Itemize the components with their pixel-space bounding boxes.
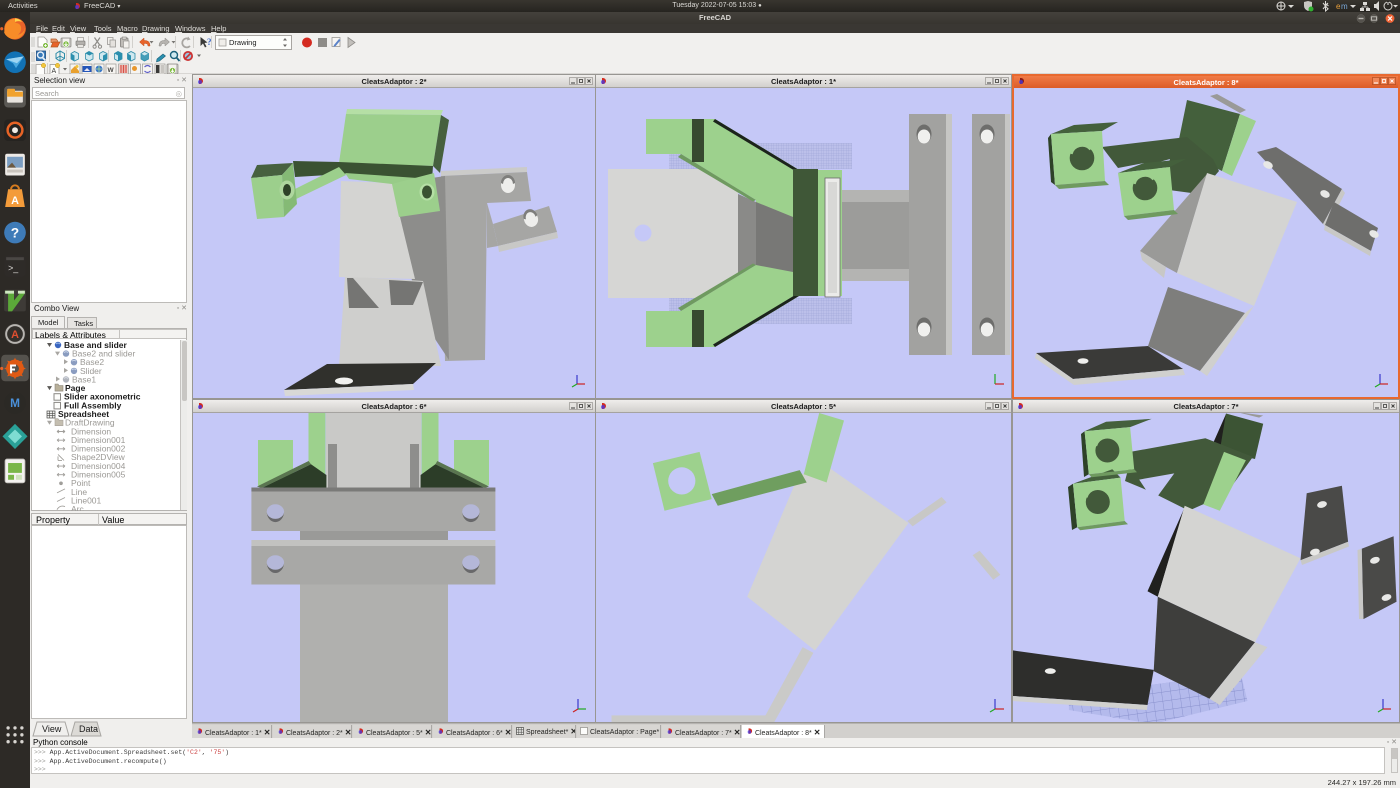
svg-text:Drawing: Drawing	[229, 38, 257, 47]
svg-text:Data: Data	[79, 724, 98, 734]
svg-text:Arc: Arc	[71, 504, 85, 511]
svg-text:>_: >_	[8, 263, 19, 273]
svg-text:View: View	[42, 724, 62, 734]
svg-text:M: M	[10, 396, 20, 410]
svg-text:?: ?	[11, 226, 19, 241]
svg-text:m: m	[1341, 2, 1348, 11]
svg-text:?: ?	[207, 37, 212, 47]
svg-text:W: W	[108, 67, 115, 74]
svg-text:A: A	[11, 195, 19, 207]
svg-text:A: A	[11, 329, 19, 341]
